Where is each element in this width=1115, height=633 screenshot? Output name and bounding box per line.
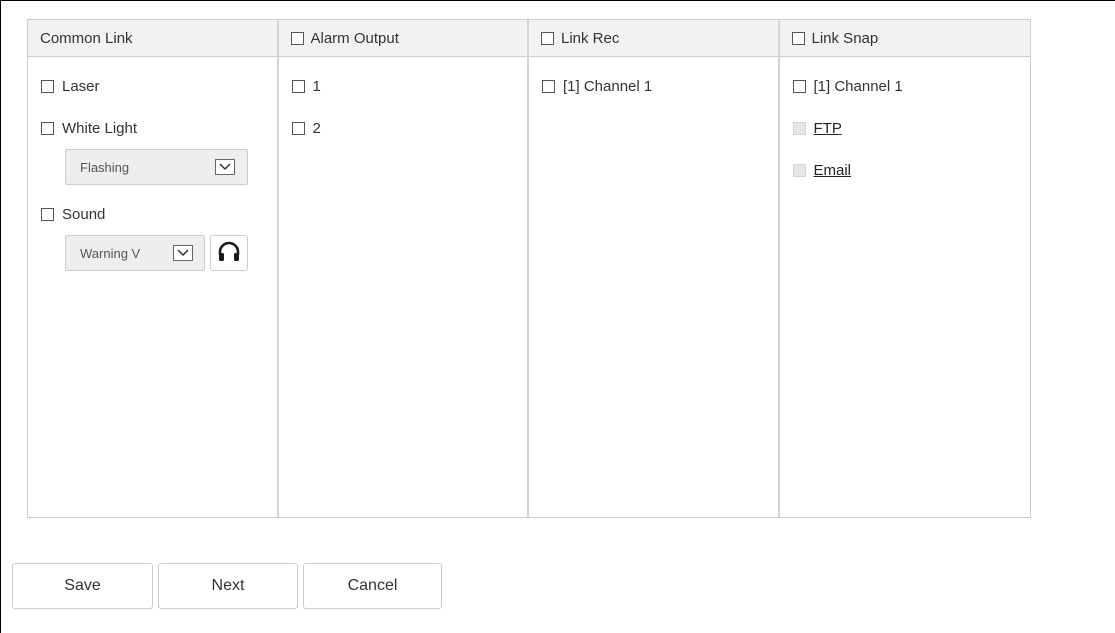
laser-row[interactable]: Laser	[28, 65, 277, 107]
headphones-icon	[217, 240, 241, 266]
sound-row[interactable]: Sound	[28, 193, 277, 235]
column-header-link-snap[interactable]: Link Snap	[779, 20, 1030, 57]
chevron-down-icon[interactable]	[173, 245, 193, 261]
laser-checkbox[interactable]	[41, 79, 54, 93]
link-snap-email-checkbox	[792, 163, 806, 177]
white-light-mode-row: Flashing	[28, 149, 277, 193]
alarm-output-2-label: 2	[312, 119, 321, 137]
sound-audition-button[interactable]	[210, 235, 248, 271]
alarm-output-1-label: 1	[312, 77, 321, 95]
white-light-row[interactable]: White Light	[28, 107, 277, 149]
alarm-output-row[interactable]: 2	[279, 107, 528, 149]
alarm-output-2-checkbox[interactable]	[291, 121, 305, 135]
link-snap-title: Link Snap	[811, 29, 879, 47]
link-rec-all-checkbox[interactable]	[541, 31, 554, 45]
linkage-grid: Common Link Laser White Light Flashing S…	[27, 19, 1031, 518]
chevron-down-icon[interactable]	[215, 159, 235, 175]
common-link-title: Common Link	[40, 29, 133, 47]
sound-label: Sound	[62, 205, 106, 223]
laser-label: Laser	[62, 77, 100, 95]
alarm-output-row[interactable]: 1	[279, 65, 528, 107]
link-rec-row[interactable]: [1] Channel 1	[529, 65, 778, 107]
sound-mode-row: Warning V	[28, 235, 277, 279]
link-snap-row[interactable]: [1] Channel 1	[780, 65, 1031, 107]
ftp-link[interactable]: FTP	[814, 120, 842, 137]
alarm-output-1-checkbox[interactable]	[291, 79, 305, 93]
sound-mode-value: Warning V	[80, 245, 141, 261]
sound-checkbox[interactable]	[41, 207, 54, 221]
alarm-output-title: Alarm Output	[310, 29, 399, 47]
save-button[interactable]: Save	[12, 563, 153, 609]
column-header-common-link: Common Link	[28, 20, 277, 57]
link-snap-row: FTP	[780, 107, 1031, 149]
column-alarm-output: Alarm Output 1 2	[278, 20, 529, 517]
link-snap-channel-1-checkbox[interactable]	[792, 79, 806, 93]
action-bar: Save Next Cancel	[12, 563, 447, 609]
column-link-rec: Link Rec [1] Channel 1	[529, 20, 780, 517]
next-button[interactable]: Next	[158, 563, 298, 609]
column-common-link: Common Link Laser White Light Flashing S…	[28, 20, 279, 517]
column-header-link-rec[interactable]: Link Rec	[529, 20, 778, 57]
link-rec-channel-1-checkbox[interactable]	[542, 79, 555, 93]
alarm-output-all-checkbox[interactable]	[290, 31, 304, 45]
link-rec-title: Link Rec	[561, 29, 620, 47]
white-light-mode-value: Flashing	[80, 159, 130, 175]
email-link[interactable]: Email	[814, 162, 852, 179]
link-rec-channel-1-label: [1] Channel 1	[563, 77, 653, 95]
link-snap-all-checkbox[interactable]	[791, 31, 805, 45]
white-light-mode-select[interactable]: Flashing	[65, 149, 248, 185]
white-light-checkbox[interactable]	[41, 121, 54, 135]
column-link-snap: Link Snap [1] Channel 1 FTP Email	[779, 20, 1031, 517]
link-snap-ftp-checkbox	[792, 121, 806, 135]
link-snap-row: Email	[780, 149, 1031, 191]
sound-mode-select[interactable]: Warning V	[65, 235, 205, 271]
column-header-alarm-output[interactable]: Alarm Output	[278, 20, 527, 57]
link-snap-channel-1-label: [1] Channel 1	[813, 77, 903, 95]
white-light-label: White Light	[62, 119, 138, 137]
cancel-button[interactable]: Cancel	[303, 563, 442, 609]
